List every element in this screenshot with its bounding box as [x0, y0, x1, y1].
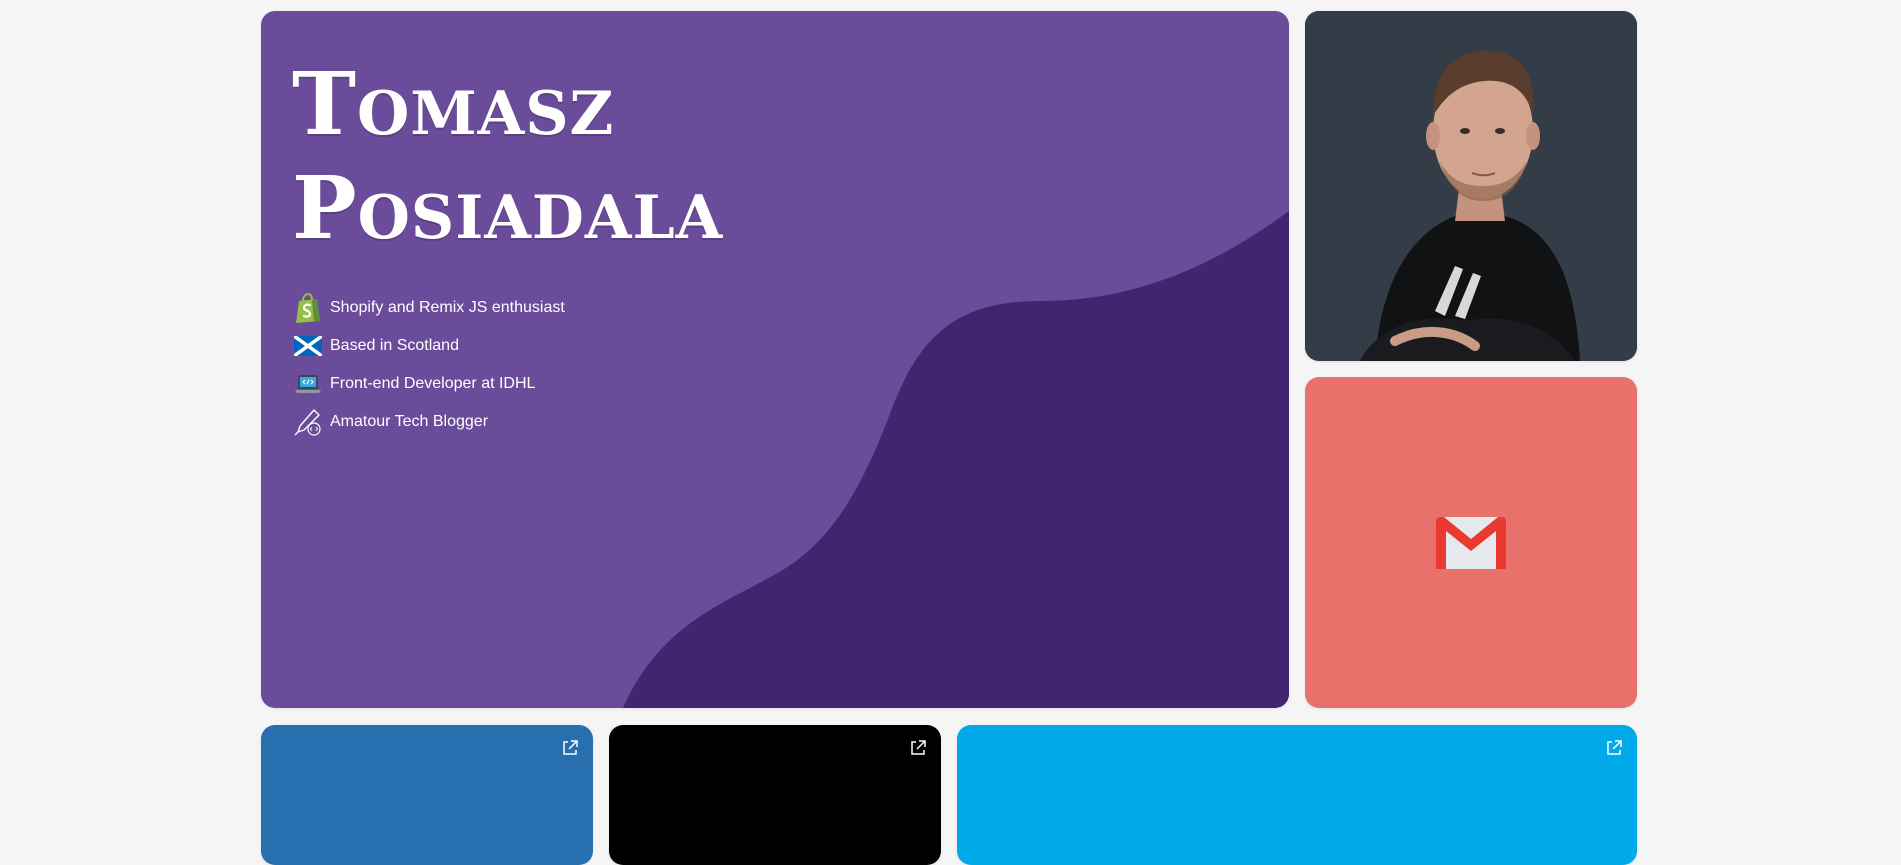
fact-item: Front-end Developer at IDHL — [293, 365, 565, 403]
hero-card: Tomasz Posiadala Shopify and Remix JS en… — [261, 11, 1289, 708]
fact-list: Shopify and Remix JS enthusiast Based in… — [293, 289, 565, 441]
gmail-icon — [1435, 516, 1507, 569]
link-tile[interactable] — [261, 725, 593, 865]
name-last: Posiadala — [292, 158, 724, 259]
external-link-icon — [1607, 740, 1622, 755]
external-link-icon — [563, 740, 578, 755]
fact-label: Shopify and Remix JS enthusiast — [330, 299, 565, 316]
pen-code-icon — [293, 407, 323, 437]
external-link-icon — [911, 740, 926, 755]
shopify-bag-icon — [293, 293, 323, 323]
laptop-code-icon — [293, 369, 323, 399]
link-tile[interactable] — [609, 725, 941, 865]
name-first: Tomasz — [292, 54, 615, 155]
fact-item: Based in Scotland — [293, 327, 565, 365]
page-title: Tomasz Posiadala — [292, 53, 723, 261]
fact-label: Front-end Developer at IDHL — [330, 375, 536, 392]
fact-label: Based in Scotland — [330, 337, 459, 354]
link-tile[interactable] — [957, 725, 1637, 865]
fact-item: Amatour Tech Blogger — [293, 403, 565, 441]
profile-photo — [1305, 11, 1637, 361]
fact-item: Shopify and Remix JS enthusiast — [293, 289, 565, 327]
scotland-flag-icon — [293, 331, 323, 361]
bento-grid: Tomasz Posiadala Shopify and Remix JS en… — [0, 0, 1901, 865]
avatar — [1305, 11, 1637, 361]
email-link[interactable] — [1305, 377, 1637, 708]
fact-label: Amatour Tech Blogger — [330, 413, 489, 430]
